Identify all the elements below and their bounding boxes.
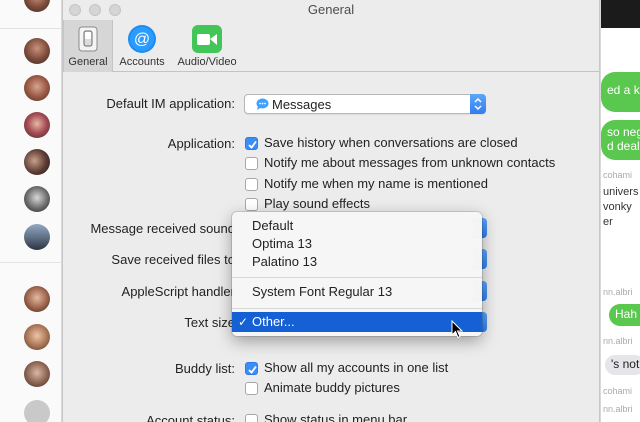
application-label: Application:	[167, 136, 235, 151]
preferences-toolbar: General @ Accounts Audio/Video	[63, 20, 599, 72]
up-down-chevron-icon	[474, 97, 482, 111]
menu-item-system-font[interactable]: System Font Regular 13	[232, 283, 482, 301]
menu-item-palatino[interactable]: Palatino 13	[232, 253, 482, 271]
video-camera-icon	[192, 25, 222, 53]
window-title: General	[307, 2, 355, 17]
text-size-label: Text size	[184, 315, 235, 330]
menu-item-other[interactable]: ✓ Other...	[232, 312, 482, 332]
contact-avatar[interactable]	[24, 112, 50, 138]
applescript-label: AppleScript handler	[121, 284, 235, 299]
contact-avatar[interactable]	[24, 186, 50, 212]
message-bubble: Hah	[609, 304, 640, 326]
message-text: univers	[603, 186, 639, 198]
at-sign-icon: @	[128, 25, 156, 53]
minimize-button[interactable]	[89, 4, 101, 16]
sender-name: cohami	[603, 386, 633, 396]
checkbox-label: Play sound effects	[264, 196, 370, 211]
contact-avatar[interactable]	[24, 361, 50, 387]
default-im-value: Messages	[272, 97, 332, 112]
preferences-window: General General @ Accounts Audio/Video D…	[62, 0, 600, 422]
tab-general[interactable]: General	[63, 20, 113, 72]
checkbox-label: Notify me when my name is mentioned	[264, 176, 488, 191]
conversation-list	[0, 0, 62, 422]
sender-name: nn.albri	[603, 287, 633, 297]
menu-item-optima[interactable]: Optima 13	[232, 235, 482, 253]
tab-label: Audio/Video	[177, 56, 237, 68]
save-files-label: Save received files to	[111, 252, 235, 267]
transcript-header	[601, 0, 640, 28]
tab-accounts[interactable]: @ Accounts	[113, 20, 171, 72]
zoom-button[interactable]	[109, 4, 121, 16]
svg-text:@: @	[134, 31, 150, 48]
tab-audio-video[interactable]: Audio/Video	[171, 20, 243, 72]
close-button[interactable]	[69, 4, 81, 16]
message-text: vonky	[603, 201, 632, 213]
font-dropdown-menu: Default Optima 13 Palatino 13 System Fon…	[232, 212, 482, 336]
sender-name: nn.albri	[603, 336, 633, 346]
checkmark-icon	[248, 140, 257, 149]
tab-label: Accounts	[119, 56, 165, 68]
menu-item-default[interactable]: Default	[232, 217, 482, 235]
checkmark-icon	[248, 365, 257, 374]
checkbox-box[interactable]	[245, 137, 258, 150]
default-im-popup[interactable]: Messages	[244, 94, 486, 114]
message-text: Hah	[615, 307, 638, 321]
message-text: d deal	[607, 139, 640, 153]
message-sound-label: Message received sound	[90, 221, 235, 236]
contact-avatar[interactable]	[24, 400, 50, 422]
contact-avatar[interactable]	[24, 75, 50, 101]
buddy-list-label: Buddy list:	[175, 361, 235, 376]
account-status-label: Account status:	[146, 413, 235, 422]
checkbox-label: Notify me about messages from unknown co…	[264, 155, 556, 170]
checkbox-label: Show status in menu bar	[264, 412, 408, 422]
contact-avatar[interactable]	[24, 324, 50, 350]
checkbox-box[interactable]	[245, 198, 258, 211]
message-text: so neg	[607, 125, 640, 139]
conversation-transcript: ed a kid so neg d deal cohami univers vo…	[600, 0, 640, 422]
checkbox-box[interactable]	[245, 382, 258, 395]
checkbox-box[interactable]	[245, 362, 258, 375]
contact-avatar[interactable]	[24, 0, 50, 12]
message-text: 's not	[611, 357, 640, 371]
default-im-label: Default IM application:	[106, 96, 235, 111]
message-bubble: ed a kid	[601, 72, 640, 112]
message-text: ed a kid	[607, 83, 640, 97]
checkbox-label: Show all my accounts in one list	[264, 360, 449, 375]
menu-separator	[232, 308, 482, 309]
sender-name: cohami	[603, 170, 633, 180]
checkbox-box[interactable]	[245, 157, 258, 170]
checkbox-label: Animate buddy pictures	[264, 380, 400, 395]
checkbox-label: Save history when conversations are clos…	[264, 135, 518, 150]
list-divider	[0, 28, 62, 29]
tab-label: General	[68, 56, 108, 68]
message-bubble: so neg d deal	[601, 120, 640, 160]
popup-arrows	[470, 94, 486, 114]
checkbox-box[interactable]	[245, 414, 258, 422]
checkbox-box[interactable]	[245, 178, 258, 191]
title-bar: General	[63, 0, 599, 20]
contact-avatar[interactable]	[24, 286, 50, 312]
contact-avatar[interactable]	[24, 149, 50, 175]
contact-avatar[interactable]	[24, 38, 50, 64]
menu-item-label: Other...	[252, 314, 295, 329]
message-bubble: 's not	[605, 355, 640, 375]
switch-icon	[78, 26, 98, 52]
sender-name: nn.albri	[603, 404, 633, 414]
messages-icon	[256, 98, 269, 110]
mouse-pointer-icon	[451, 320, 463, 339]
checkmark-icon: ✓	[238, 315, 249, 329]
message-text: er	[603, 216, 613, 228]
contact-avatar[interactable]	[24, 224, 50, 250]
list-divider	[0, 262, 62, 263]
menu-separator	[232, 277, 482, 278]
